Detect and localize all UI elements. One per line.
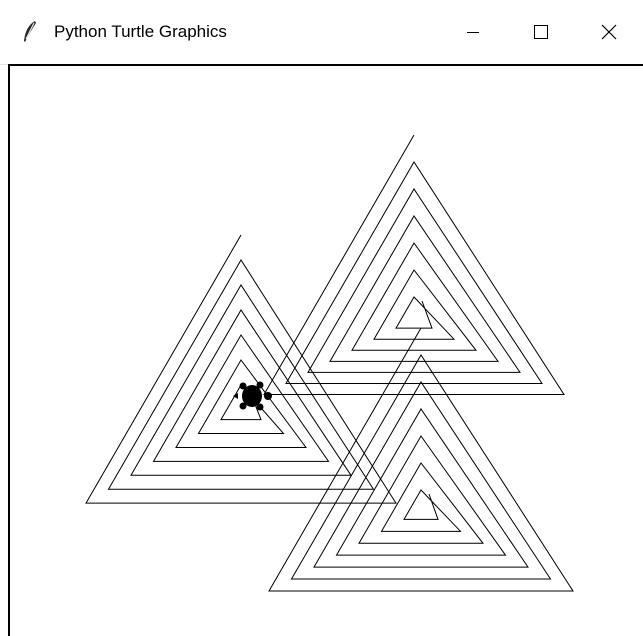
- minimize-icon: [467, 32, 479, 33]
- feather-icon: [24, 21, 36, 42]
- turtle-icon: [233, 381, 272, 411]
- spiral-drawing: [85, 134, 574, 592]
- turtle-canvas[interactable]: [8, 64, 643, 636]
- spiral-top-right: [263, 134, 565, 395]
- maximize-button[interactable]: [507, 0, 575, 64]
- spiral-bottom-right: [268, 327, 574, 592]
- minimize-button[interactable]: [439, 0, 507, 64]
- close-icon: [601, 24, 617, 40]
- title-bar[interactable]: Python Turtle Graphics: [0, 0, 643, 65]
- turtle-window: Python Turtle Graphics: [0, 0, 643, 636]
- maximize-icon: [534, 25, 548, 39]
- spiral-left: [85, 234, 397, 504]
- close-button[interactable]: [575, 0, 643, 64]
- window-title: Python Turtle Graphics: [54, 22, 227, 41]
